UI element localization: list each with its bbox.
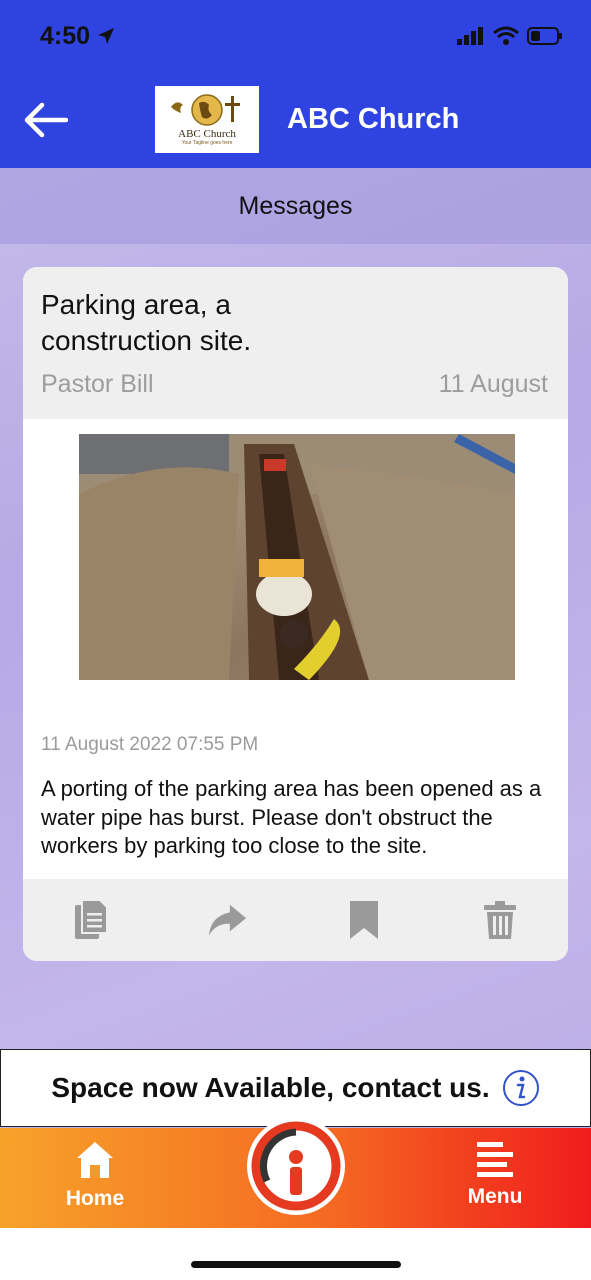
- ad-banner[interactable]: Space now Available, contact us.: [0, 1049, 591, 1127]
- status-bar: 4:50: [0, 0, 591, 75]
- bookmark-icon: [349, 901, 378, 939]
- wifi-icon: [493, 26, 519, 45]
- share-button[interactable]: [207, 898, 247, 942]
- message-card[interactable]: Parking area, a construction site. Pasto…: [23, 267, 568, 961]
- message-author: Pastor Bill: [41, 370, 154, 398]
- info-icon[interactable]: [502, 1069, 540, 1107]
- status-icons: [457, 26, 563, 46]
- app-header: ABC Church Your Tagline goes here ABC Ch…: [0, 75, 591, 168]
- church-logo: ABC Church Your Tagline goes here: [155, 86, 259, 153]
- message-photo[interactable]: [79, 434, 515, 680]
- copy-button[interactable]: [71, 898, 111, 942]
- tab-menu[interactable]: Menu: [460, 1140, 530, 1209]
- location-arrow-icon: [98, 28, 114, 44]
- tab-menu-label: Menu: [467, 1185, 523, 1208]
- trash-icon: [483, 901, 516, 939]
- home-icon: [77, 1142, 113, 1178]
- message-header: Parking area, a construction site. Pasto…: [23, 267, 568, 419]
- page-title-bar: Messages: [0, 168, 591, 244]
- trench-worker-image: [79, 434, 515, 680]
- tab-home-label: Home: [65, 1187, 125, 1210]
- message-date: 11 August: [438, 370, 548, 398]
- logo-globe-cross-icon: [171, 94, 240, 126]
- menu-icon: [477, 1142, 513, 1177]
- message-title: Parking area, a construction site.: [41, 289, 252, 356]
- tab-home[interactable]: Home: [60, 1140, 130, 1211]
- center-action-button[interactable]: [247, 1117, 345, 1215]
- bookmark-button[interactable]: [344, 898, 384, 942]
- status-time: 4:50: [40, 22, 91, 50]
- page-title: Messages: [238, 191, 353, 220]
- back-arrow-icon[interactable]: [22, 99, 68, 141]
- banner-text: Space now Available, contact us.: [51, 1072, 490, 1103]
- copy-icon: [75, 899, 109, 939]
- message-body: A porting of the parking area has been o…: [41, 776, 542, 858]
- delete-button[interactable]: [480, 898, 520, 942]
- app-center-logo-icon: [251, 1121, 341, 1211]
- home-indicator-area: [0, 1228, 591, 1280]
- battery-icon: [527, 27, 562, 45]
- share-icon: [209, 904, 247, 936]
- signal-icon: [457, 27, 483, 45]
- app-title: ABC Church: [287, 103, 460, 135]
- logo-tagline: Your Tagline goes here: [181, 140, 233, 146]
- message-actions: [23, 879, 568, 961]
- logo-name: ABC Church: [178, 128, 236, 140]
- message-timestamp: 11 August 2022 07:55 PM: [41, 734, 259, 755]
- home-indicator[interactable]: [191, 1261, 401, 1268]
